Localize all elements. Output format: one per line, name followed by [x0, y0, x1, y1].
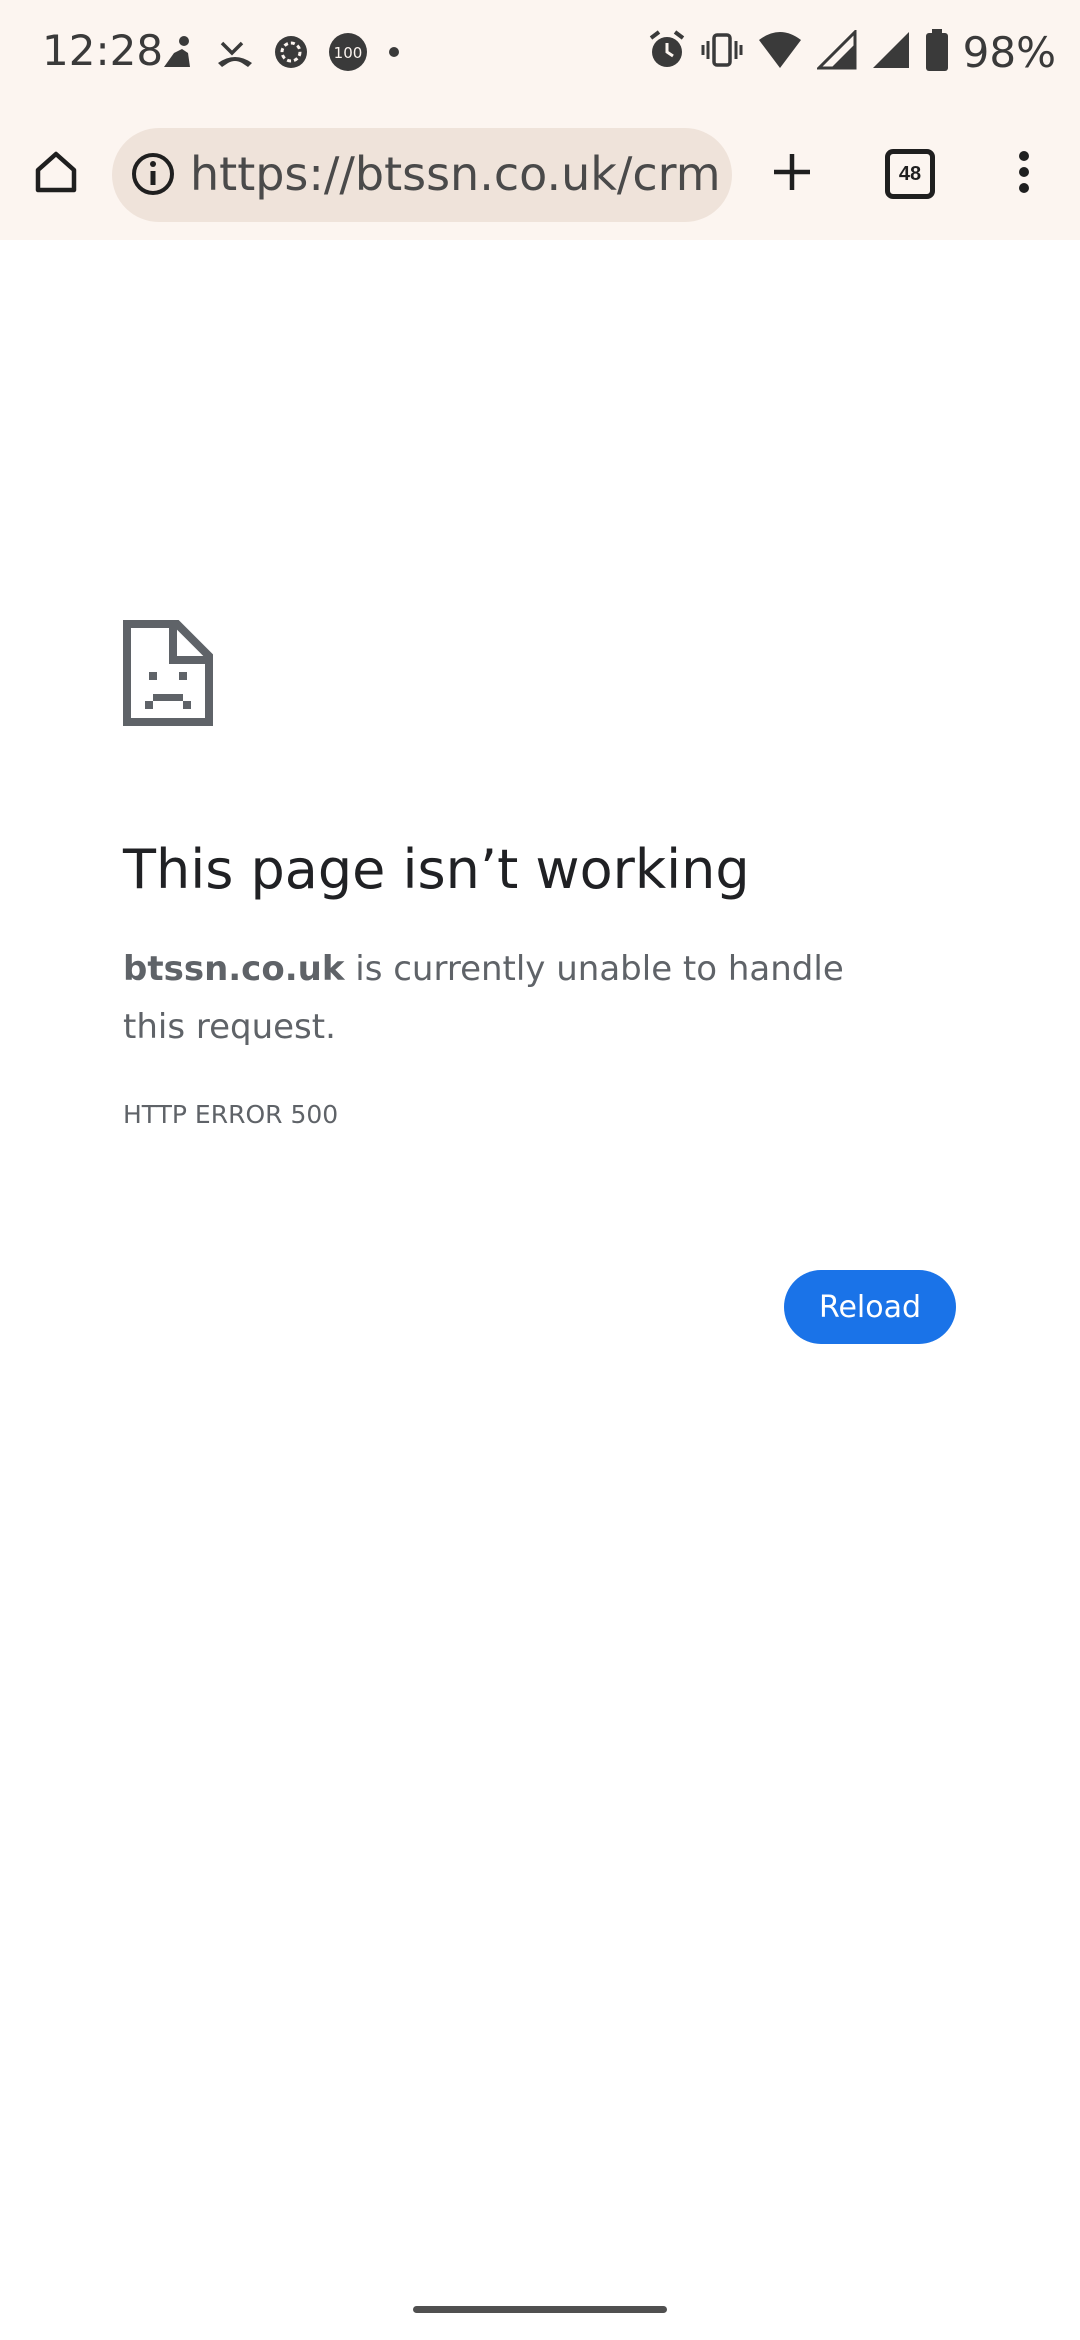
new-tab-button[interactable]	[756, 138, 828, 210]
count-badge-icon: 100	[328, 32, 368, 77]
home-button[interactable]	[20, 138, 92, 210]
status-bar: 12:28 100 98%	[0, 0, 1080, 108]
error-code: HTTP ERROR 500	[123, 1100, 339, 1129]
signal-icon	[871, 30, 911, 75]
url-bar[interactable]: https://btssn.co.uk/crm/h	[112, 128, 732, 222]
vibrate-icon	[701, 29, 743, 76]
gesture-home-indicator[interactable]	[413, 2306, 667, 2313]
signal-icon	[815, 28, 857, 75]
reload-button[interactable]: Reload	[784, 1270, 956, 1344]
status-icons-right: 98%	[647, 28, 1056, 77]
browser-toolbar: https://btssn.co.uk/crm/h 48	[0, 120, 1080, 228]
menu-button[interactable]	[1000, 138, 1048, 210]
gear-badge-icon	[272, 33, 310, 76]
plus-icon	[770, 150, 814, 199]
error-domain: btssn.co.uk	[123, 949, 345, 989]
tab-count: 48	[885, 149, 935, 199]
status-icons-left: 100	[160, 32, 402, 77]
browser-top-area: 12:28 100 98% https://btssn.co.uk/crm/h …	[0, 0, 1080, 240]
site-info-icon[interactable]	[128, 149, 178, 204]
missed-call-icon	[216, 33, 254, 76]
home-icon	[32, 148, 80, 201]
tab-switcher-button[interactable]: 48	[874, 138, 946, 210]
count-badge-text: 100	[334, 44, 363, 62]
status-time: 12:28	[42, 26, 164, 75]
sad-page-icon	[123, 620, 213, 731]
more-vert-icon	[1018, 150, 1030, 199]
person-app-icon	[160, 33, 198, 76]
error-description: btssn.co.uk is currently unable to handl…	[123, 940, 883, 1056]
wifi-icon	[757, 30, 803, 75]
url-text[interactable]: https://btssn.co.uk/crm/h	[190, 147, 720, 201]
battery-percent: 98%	[962, 28, 1056, 77]
dot-icon	[386, 33, 402, 76]
alarm-icon	[647, 28, 687, 77]
error-title: This page isn’t working	[123, 838, 750, 901]
battery-icon	[925, 29, 949, 76]
